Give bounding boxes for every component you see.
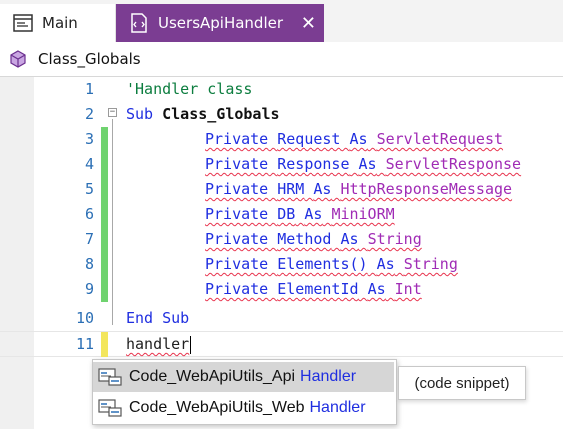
variable-name: HRM — [277, 180, 305, 198]
type-name: MiniORM — [331, 205, 395, 223]
type-name: ServletRequest — [376, 130, 504, 148]
line-number: 4 — [84, 155, 94, 173]
autocomplete-item-match: Handler — [309, 399, 366, 416]
form-icon — [12, 12, 34, 34]
autocomplete-item-selected[interactable]: Code_WebApiUtils_Api Handler — [93, 362, 394, 392]
variable-name: Method — [277, 230, 332, 248]
code-text: Private ElementId As Int — [205, 277, 422, 302]
type-name: String — [367, 230, 422, 248]
code-text: End Sub — [126, 306, 189, 331]
sub-name: Class_Globals — [162, 105, 280, 123]
keyword: As — [349, 130, 368, 148]
keyword: Private — [205, 155, 269, 173]
variable-name: ElementId — [277, 280, 359, 298]
class-icon — [8, 49, 28, 69]
autocomplete-list[interactable]: Code_WebApiUtils_Api Handler Code_WebApiU… — [92, 359, 397, 425]
autocomplete-item-name: Code_WebApiUtils_Api — [129, 368, 296, 385]
line-number: 10 — [75, 309, 94, 327]
variable-name: Response — [277, 155, 350, 173]
code-text: Private DB As MiniORM — [205, 202, 395, 227]
line-number: 8 — [84, 255, 94, 273]
code-line[interactable]: 7 Private Method As String — [0, 227, 563, 252]
changed-line-marker — [101, 277, 108, 302]
line-number: 5 — [84, 180, 94, 198]
keyword: Sub — [126, 105, 154, 123]
changed-line-marker — [101, 177, 108, 202]
type-name: Int — [394, 280, 422, 298]
code-line[interactable]: 8 Private Elements() As String — [0, 252, 563, 277]
code-snippet-icon — [97, 397, 123, 419]
keyword: Private — [205, 205, 269, 223]
variable-name: Elements() — [277, 255, 368, 273]
type-name: ServletResponse — [385, 155, 522, 173]
keyword: As — [367, 280, 386, 298]
code-line[interactable]: 9 Private ElementId As Int — [0, 277, 563, 302]
code-line[interactable]: 4 Private Response As ServletResponse — [0, 152, 563, 177]
code-text: Private Elements() As String — [205, 252, 458, 277]
comment: 'Handler class — [126, 80, 253, 98]
autocomplete-item-name: Code_WebApiUtils_Web — [129, 399, 305, 416]
line-number: 2 — [84, 105, 94, 123]
code-line[interactable]: 10 End Sub — [0, 306, 563, 331]
keyword: Private — [205, 180, 269, 198]
keyword: Private — [205, 280, 269, 298]
tab-users-api-handler-label: UsersApiHandler — [158, 14, 284, 32]
tab-main-label: Main — [42, 14, 78, 32]
keyword: As — [358, 155, 377, 173]
code-line[interactable]: 6 Private DB As MiniORM — [0, 202, 563, 227]
code-line[interactable]: 5 Private HRM As HttpResponseMessage — [0, 177, 563, 202]
module-icon — [128, 12, 150, 34]
member-navigation-bar[interactable]: Class_Globals — [0, 42, 563, 77]
changed-line-marker — [101, 127, 108, 152]
current-line-marker — [101, 332, 108, 357]
keyword: As — [340, 230, 359, 248]
type-name: HttpResponseMessage — [340, 180, 513, 198]
line-number: 3 — [84, 130, 94, 148]
autocomplete-tooltip: (code snippet) — [398, 366, 526, 400]
code-text: Sub Class_Globals — [126, 102, 280, 127]
typed-text: handler — [126, 335, 190, 353]
code-text: handler — [126, 332, 192, 357]
code-snippet-icon — [97, 366, 123, 388]
line-number: 1 — [84, 80, 94, 98]
changed-line-marker — [101, 227, 108, 252]
keyword: Private — [205, 230, 269, 248]
text-caret — [190, 335, 192, 354]
keyword: Private — [205, 130, 269, 148]
type-name: String — [403, 255, 458, 273]
collapse-icon[interactable]: − — [108, 108, 117, 117]
keyword: End Sub — [126, 309, 190, 327]
line-number: 9 — [84, 280, 94, 298]
close-icon[interactable]: ✕ — [301, 13, 316, 34]
changed-line-marker — [101, 202, 108, 227]
variable-name: Request — [277, 130, 341, 148]
keyword: As — [376, 255, 395, 273]
changed-line-marker — [101, 252, 108, 277]
line-number: 6 — [84, 205, 94, 223]
current-code-line[interactable]: 11 handler — [0, 331, 563, 357]
code-text: Private HRM As HttpResponseMessage — [205, 177, 512, 202]
tab-users-api-handler[interactable]: UsersApiHandler ✕ — [116, 4, 324, 42]
keyword: As — [304, 205, 323, 223]
line-number: 7 — [84, 230, 94, 248]
code-text: 'Handler class — [126, 77, 252, 102]
tab-main[interactable]: Main — [0, 4, 116, 42]
code-line[interactable]: 2 − Sub Class_Globals — [0, 102, 563, 127]
variable-name: DB — [277, 205, 296, 223]
autocomplete-item[interactable]: Code_WebApiUtils_Web Handler — [93, 393, 394, 423]
keyword: As — [313, 180, 332, 198]
code-text: Private Response As ServletResponse — [205, 152, 521, 177]
line-number: 11 — [75, 335, 94, 353]
autocomplete-item-match: Handler — [300, 368, 357, 385]
code-text: Private Request As ServletRequest — [205, 127, 503, 152]
tab-bar: Main UsersApiHandler ✕ — [0, 0, 563, 42]
code-text: Private Method As String — [205, 227, 422, 252]
class-name: Class_Globals — [38, 50, 141, 68]
code-line[interactable]: 3 Private Request As ServletRequest — [0, 127, 563, 152]
keyword: Private — [205, 255, 269, 273]
changed-line-marker — [101, 152, 108, 177]
code-line[interactable]: 1 'Handler class — [0, 77, 563, 102]
